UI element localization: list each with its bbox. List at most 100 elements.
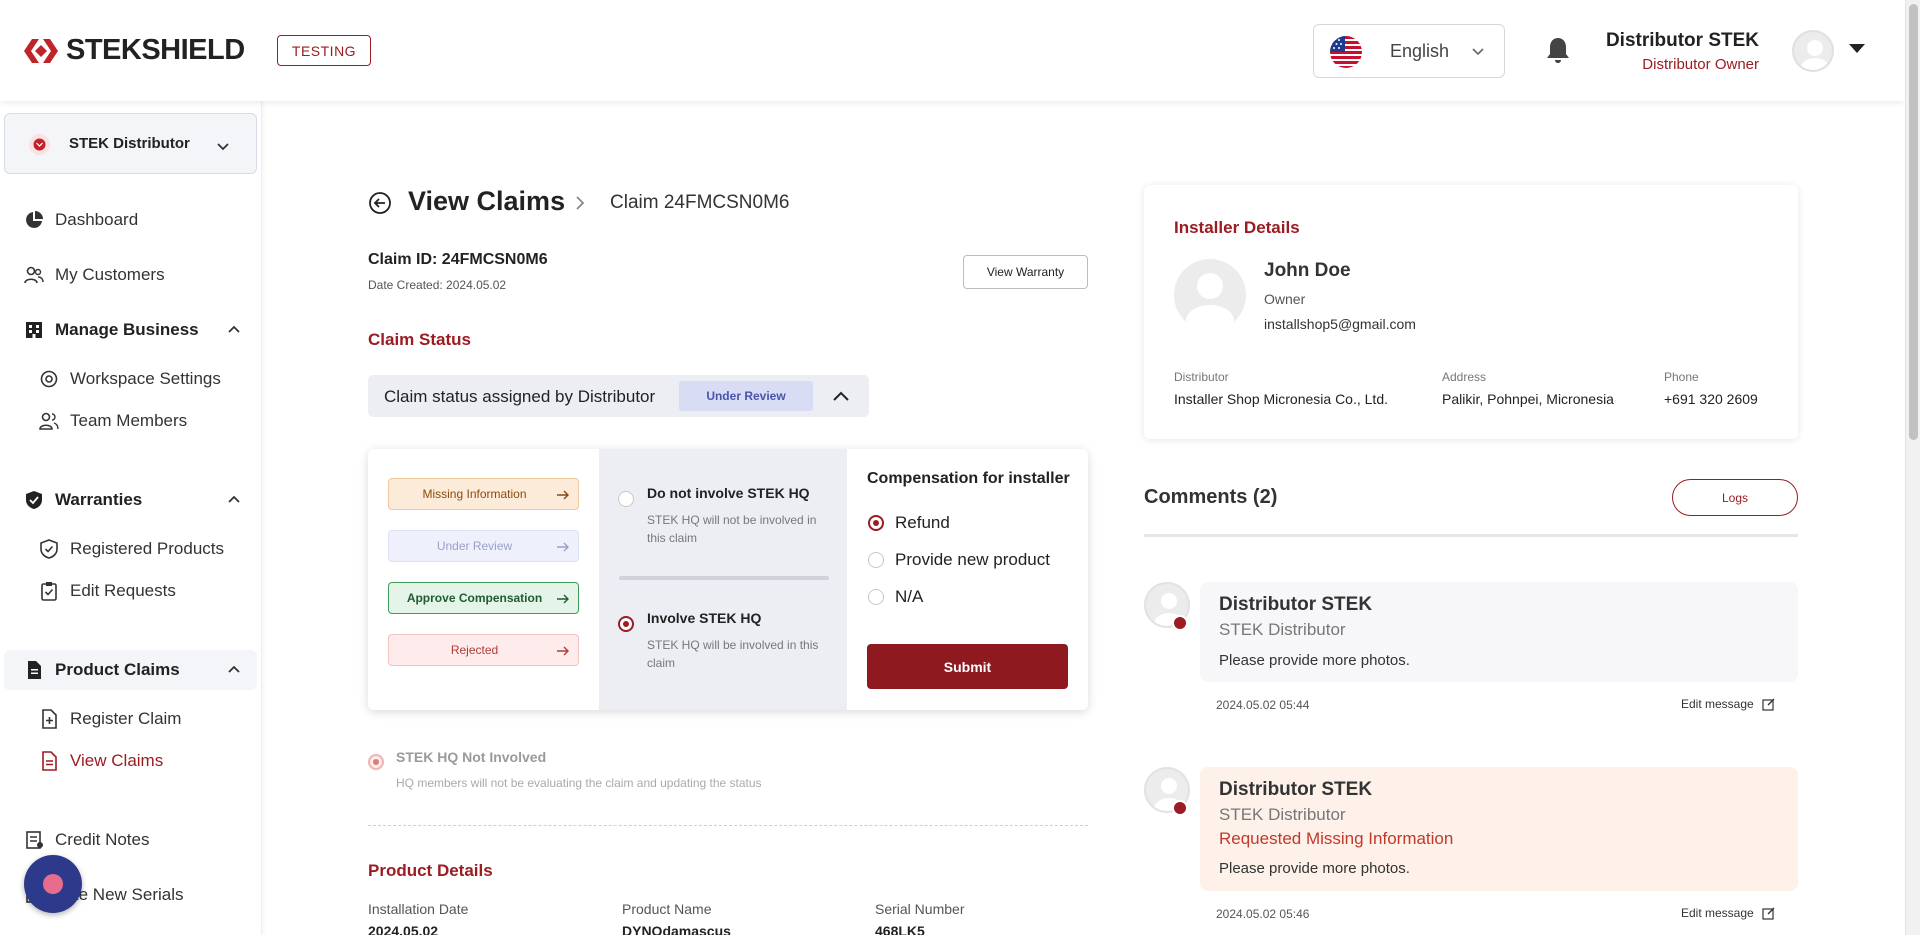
sidebar-item-my-customers[interactable]: My Customers: [0, 255, 262, 295]
stekshield-logo-icon: [24, 38, 58, 63]
receipt-icon: [26, 831, 43, 849]
sidebar-item-manage-business[interactable]: Manage Business: [0, 310, 262, 350]
radio-provide-new-product[interactable]: [868, 552, 884, 568]
comment-bubble: Distributor STEK STEK Distributor Reques…: [1200, 767, 1798, 891]
sidebar-item-label: Credit Notes: [55, 830, 150, 849]
product-details-title: Product Details: [368, 861, 493, 880]
hq-option-desc: STEK HQ will be involved in this claim: [647, 638, 819, 670]
shield-check-icon: [26, 491, 42, 509]
language-select[interactable]: English: [1313, 24, 1505, 78]
sidebar-item-product-claims[interactable]: Product Claims: [4, 650, 257, 690]
distributor-badge-icon: [1172, 615, 1188, 631]
comment-timestamp: 2024.05.02 05:44: [1216, 698, 1310, 712]
users-icon: [24, 266, 44, 284]
hq-involvement: Do not involve STEK HQ STEK HQ will not …: [599, 449, 847, 710]
edit-icon: [1762, 907, 1775, 920]
address-label: Address: [1442, 370, 1487, 384]
edit-message-button[interactable]: Edit message: [1681, 697, 1776, 711]
sidebar-item-label: Edit Requests: [70, 581, 176, 600]
sidebar-item-label: My Customers: [55, 265, 165, 284]
chevron-down-icon: [217, 143, 229, 151]
edit-message-label: Edit message: [1681, 906, 1754, 920]
organization-name: STEK Distributor: [69, 135, 190, 152]
hq-not-involved-desc: HQ members will not be evaluating the cl…: [396, 776, 762, 790]
comment-org: STEK Distributor: [1219, 620, 1346, 639]
sidebar-item-label: Workspace Settings: [70, 369, 221, 388]
radio-involve-hq[interactable]: [618, 616, 634, 632]
sidebar-item-view-claims[interactable]: View Claims: [0, 741, 262, 781]
claim-id: Claim ID: 24FMCSN0M6: [368, 251, 548, 268]
building-icon: [26, 322, 42, 338]
avatar[interactable]: [1792, 30, 1834, 72]
radio-na[interactable]: [868, 589, 884, 605]
sidebar-item-label: Dashboard: [55, 210, 139, 229]
edit-message-button[interactable]: Edit message: [1681, 906, 1776, 920]
comments-title: Comments (2): [1144, 486, 1278, 508]
divider: [619, 576, 829, 580]
option-label: Under Review: [436, 539, 513, 553]
pie-chart-icon: [26, 211, 43, 228]
comment-request-type: Requested Missing Information: [1219, 829, 1454, 848]
chat-icon: [43, 874, 63, 894]
caret-down-icon[interactable]: [1848, 43, 1866, 55]
option-label: Approve Compensation: [406, 591, 543, 605]
brand-name: STEKSHIELD: [66, 34, 245, 66]
submit-button[interactable]: Submit: [867, 644, 1068, 689]
sidebar-item-workspace-settings[interactable]: Workspace Settings: [0, 359, 262, 399]
comment-author: Distributor STEK: [1219, 779, 1373, 800]
sidebar-item-team-members[interactable]: Team Members: [0, 401, 262, 441]
status-options: Missing Information Under Review Approve…: [368, 449, 599, 710]
user-role: Distributor Owner: [1642, 56, 1759, 73]
status-panel: Missing Information Under Review Approve…: [368, 449, 1088, 710]
organization-select[interactable]: STEK Distributor: [4, 113, 257, 174]
status-option-rejected[interactable]: Rejected: [388, 634, 579, 666]
sidebar-item-label: Product Claims: [55, 660, 180, 679]
view-warranty-button[interactable]: View Warranty: [963, 255, 1088, 289]
date-created: Date Created: 2024.05.02: [368, 278, 507, 292]
bell-icon[interactable]: [1545, 36, 1571, 64]
installation-date-label: Installation Date: [368, 901, 469, 917]
chevron-right-icon: [576, 196, 585, 210]
sidebar: STEK Distributor Dashboard My Customers …: [0, 101, 262, 935]
radio-refund[interactable]: [868, 515, 884, 531]
claim-status-dropdown[interactable]: Claim status assigned by Distributor Und…: [368, 375, 869, 417]
sidebar-item-edit-requests[interactable]: Edit Requests: [0, 571, 262, 611]
compensation-option-label: Provide new product: [895, 550, 1050, 569]
sidebar-item-dashboard[interactable]: Dashboard: [0, 200, 262, 240]
compensation-option-label: Refund: [895, 513, 950, 532]
sidebar-item-registered-products[interactable]: Registered Products: [0, 529, 262, 569]
back-arrow-icon[interactable]: [368, 191, 392, 215]
scrollbar-thumb[interactable]: [1909, 4, 1918, 440]
sidebar-item-credit-notes[interactable]: Credit Notes: [0, 820, 262, 860]
edit-message-label: Edit message: [1681, 697, 1754, 711]
phone-value: +691 320 2609: [1664, 391, 1758, 407]
avatar: [1174, 259, 1246, 331]
logs-button[interactable]: Logs: [1672, 479, 1798, 516]
logo[interactable]: STEKSHIELD: [22, 34, 245, 67]
sidebar-item-register-claim[interactable]: Register Claim: [0, 699, 262, 739]
status-bar-label: Claim status assigned by Distributor: [384, 387, 656, 406]
sidebar-item-label: Register Claim: [70, 709, 182, 728]
page-scrollbar[interactable]: [1905, 0, 1920, 935]
sidebar-item-warranties[interactable]: Warranties: [0, 480, 262, 520]
arrow-right-icon: [557, 542, 569, 552]
sidebar-item-label: View Claims: [70, 751, 164, 770]
distributor-value: Installer Shop Micronesia Co., Ltd.: [1174, 391, 1388, 407]
radio-do-not-involve-hq[interactable]: [618, 491, 634, 507]
chevron-down-icon: [1472, 48, 1484, 56]
user-name: Distributor STEK: [1605, 30, 1759, 51]
address-value: Palikir, Pohnpei, Micronesia: [1442, 391, 1614, 407]
status-option-missing-information[interactable]: Missing Information: [388, 478, 579, 510]
us-flag-icon: [1330, 36, 1362, 68]
document-icon: [28, 661, 41, 679]
sidebar-item-label: Team Members: [70, 411, 188, 430]
chevron-up-icon: [228, 665, 240, 673]
sidebar-item-label: Registered Products: [70, 539, 225, 558]
environment-badge: TESTING: [277, 35, 371, 66]
clipboard-check-icon: [41, 582, 57, 601]
hq-option-title: Do not involve STEK HQ: [647, 485, 810, 501]
status-option-under-review[interactable]: Under Review: [388, 530, 579, 562]
chat-support-button[interactable]: [24, 855, 82, 913]
status-option-approve-compensation[interactable]: Approve Compensation: [388, 582, 579, 614]
breadcrumb[interactable]: Claim 24FMCSN0M6: [610, 192, 789, 214]
